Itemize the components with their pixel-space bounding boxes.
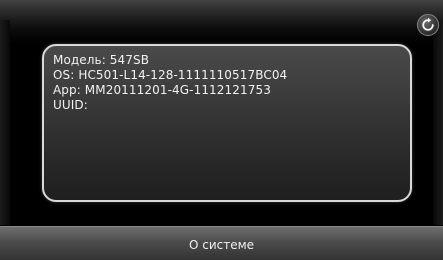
refresh-back-icon (422, 17, 434, 31)
screen-title: О системе (188, 237, 255, 252)
app-version-line: App: MM20111201-4G-1112121753 (53, 83, 271, 97)
model-line: Модель: 547SB (53, 53, 150, 67)
back-button[interactable] (417, 14, 439, 36)
left-edge (0, 20, 10, 225)
system-info-screen: Модель: 547SB OS: HC501-L14-128-11111105… (0, 0, 443, 260)
top-strip (0, 0, 443, 44)
uuid-line: UUID: (53, 98, 88, 112)
os-version-line: OS: HC501-L14-128-1111110517BC04 (53, 68, 288, 82)
right-edge (433, 20, 443, 225)
bottom-title-bar: О системе (0, 226, 443, 260)
system-info-panel: Модель: 547SB OS: HC501-L14-128-11111105… (42, 44, 412, 202)
